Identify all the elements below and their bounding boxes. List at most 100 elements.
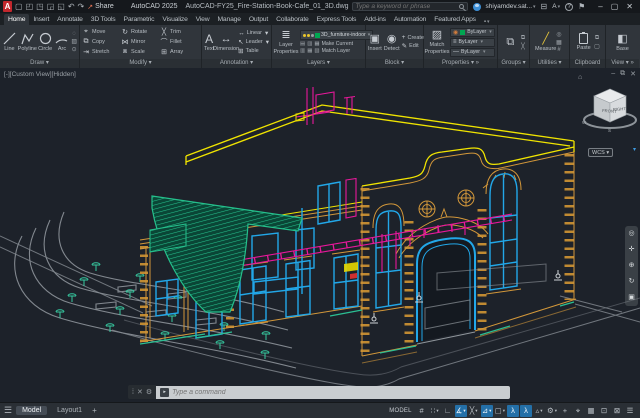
tab-output[interactable]: Output	[245, 14, 272, 25]
array-tool[interactable]: ⊞ Array	[160, 48, 199, 56]
viewport-controls[interactable]: [-][Custom View][Hidden]	[4, 71, 76, 78]
scale-tool[interactable]: ⧈ Scale	[121, 48, 160, 56]
panel-label-groups[interactable]: Groups ▾	[498, 59, 529, 68]
autocad-logo[interactable]: A	[3, 1, 13, 12]
polar-tracking-icon[interactable]: ∡ ▾	[454, 404, 467, 417]
panel-label-annotation[interactable]: Annotation ▾	[202, 59, 271, 68]
search-icon[interactable]	[458, 4, 464, 9]
ortho-mode-icon[interactable]: ∟	[442, 405, 454, 417]
dimension-tool[interactable]: ↔ Dimension	[213, 33, 239, 52]
autodesk-app-menu[interactable]: A▾	[552, 3, 560, 10]
panel-label-view[interactable]: View ▾ »	[606, 59, 639, 68]
shopping-cart-icon[interactable]: ⊟	[541, 2, 548, 11]
command-close-icon[interactable]: ✕	[137, 388, 143, 396]
fillet-tool[interactable]: ⌒ Fillet	[160, 37, 199, 47]
tab-annotate[interactable]: Annotate	[53, 14, 87, 25]
tab-parametric[interactable]: Parametric	[120, 14, 159, 25]
line-tool[interactable]: Line	[2, 32, 17, 52]
command-grip-icon[interactable]: ⁞	[132, 389, 134, 396]
copy-tool[interactable]: ⧉ Copy	[82, 38, 121, 46]
save-icon[interactable]: ◳	[36, 1, 44, 12]
tab-collaborate[interactable]: Collaborate	[272, 14, 313, 25]
navbar-more-icon[interactable]: ▣	[628, 294, 635, 302]
ribbon-display-toggle[interactable]: ▪▾	[484, 19, 490, 25]
tab-add-ins[interactable]: Add-ins	[360, 14, 390, 25]
help-icon[interactable]: ?	[565, 2, 574, 11]
zoom-icon[interactable]: ⊕	[629, 262, 635, 270]
layer-dropdown[interactable]: 3D_furniture-indoor ▾	[300, 30, 374, 40]
annotation-visibility-icon[interactable]: λ	[507, 404, 519, 417]
stretch-tool[interactable]: ⇥ Stretch	[82, 48, 121, 56]
new-file-icon[interactable]: ▢	[15, 1, 23, 12]
edit-block-tool[interactable]: ✎ Edit	[402, 42, 424, 50]
share-button[interactable]: ↗ Share	[87, 3, 114, 11]
circle-tool[interactable]: Circle	[38, 32, 53, 52]
copy-clip-icon[interactable]: ⧉	[594, 35, 600, 42]
tab-home[interactable]: Home	[4, 14, 30, 25]
customization-icon[interactable]: ☰	[624, 405, 636, 417]
move-tool[interactable]: ⌖ Move	[82, 28, 121, 36]
quick-select-icon[interactable]: ◎	[556, 31, 562, 38]
grid-display-icon[interactable]: #	[416, 405, 428, 417]
mirror-tool[interactable]: ⋈ Mirror	[121, 38, 160, 46]
units-icon[interactable]: ⌖	[572, 405, 584, 417]
quick-calc-icon[interactable]: ▦	[556, 39, 562, 46]
group-tool[interactable]: ⧉	[502, 36, 519, 48]
base-view-tool[interactable]: ◧ Base	[614, 33, 631, 52]
model-paper-toggle[interactable]: MODEL	[386, 406, 414, 416]
cut-clip-icon[interactable]: ▢	[594, 43, 600, 50]
compass-south[interactable]: S	[608, 128, 611, 133]
open-file-icon[interactable]: ◰	[26, 1, 34, 12]
annotation-autoscale-icon[interactable]: λ	[520, 404, 532, 417]
command-input-field[interactable]: ▸	[156, 385, 510, 399]
layout1-tab[interactable]: Layout1	[51, 406, 88, 415]
make-current-tool[interactable]: ▤ ▥ ▦ Make Current	[300, 41, 373, 47]
snap-mode-icon[interactable]: ∷ ▾	[429, 405, 441, 417]
isolate-objects-icon[interactable]: ⊡	[598, 405, 610, 417]
tab-visualize[interactable]: Visualize	[158, 14, 191, 25]
tab-express-tools[interactable]: Express Tools	[313, 14, 361, 25]
panel-label-utilities[interactable]: Utilities ▾	[530, 59, 569, 68]
account-menu[interactable]: shiyamdev.sat...▾	[486, 3, 536, 10]
detect-block-tool[interactable]: ◉ Detect	[384, 33, 400, 52]
arc-tool[interactable]: Arc	[55, 32, 70, 52]
panel-label-block[interactable]: Block ▾	[366, 59, 423, 68]
tab-3d-tools[interactable]: 3D Tools	[87, 14, 120, 25]
isometric-drafting-icon[interactable]: ⊿ ▾	[480, 404, 493, 417]
match-properties-tool[interactable]: ▨ Match Properties	[424, 29, 449, 54]
measure-tool[interactable]: ╱ Measure	[535, 33, 556, 52]
create-block-tool[interactable]: + Create	[402, 34, 424, 41]
trim-tool[interactable]: ╳ Trim	[160, 28, 199, 36]
ungroup-icon[interactable]: ⧉	[521, 35, 525, 42]
viewcube[interactable]: FRONT RIGHT W S	[576, 74, 638, 144]
find-icon[interactable]: #	[556, 47, 562, 53]
save-as-icon[interactable]: ◲	[47, 1, 55, 12]
polyline-tool[interactable]: Polyline	[18, 32, 37, 52]
boundary-icon[interactable]: ⊙	[71, 46, 77, 53]
table-tool[interactable]: ⊞ Table	[238, 47, 269, 55]
maximize-button[interactable]: ▢	[611, 2, 619, 11]
building-3d-wireframe[interactable]	[0, 68, 640, 402]
model-tab[interactable]: Model	[16, 406, 48, 415]
notification-bell-icon[interactable]: ⚑	[578, 2, 585, 11]
panel-label-modify[interactable]: Modify ▾	[80, 59, 201, 68]
rotate-tool[interactable]: ↻ Rotate	[121, 28, 160, 36]
group-edit-icon[interactable]: ╳	[521, 43, 525, 50]
panel-label-clipboard[interactable]: Clipboard	[570, 59, 605, 68]
paste-tool[interactable]: Paste	[575, 32, 592, 51]
match-layer-tool[interactable]: ▥ ▦ ▧ Match Layer	[300, 48, 373, 54]
annotation-scale-icon[interactable]: ▵ ▾	[533, 405, 545, 417]
panel-label-draw[interactable]: Draw ▾	[0, 59, 79, 68]
wcs-dropdown[interactable]: WCS ▾	[588, 148, 614, 157]
panel-label-layers[interactable]: Layers ▾	[272, 59, 365, 68]
linetype-dropdown[interactable]: — ByLayer ▾	[450, 47, 495, 57]
close-button[interactable]: ✕	[626, 2, 633, 11]
command-customize-icon[interactable]: ⚙	[146, 388, 152, 396]
tab-featured-apps[interactable]: Featured Apps	[430, 14, 480, 25]
undo-icon[interactable]: ↶	[68, 1, 75, 12]
home-icon[interactable]: ⌂	[578, 74, 582, 81]
hatch-icon[interactable]: ◌	[71, 31, 77, 37]
region-icon[interactable]: ▨	[71, 38, 77, 45]
linear-tool[interactable]: ↔ Linear ▾	[238, 29, 269, 38]
pan-icon[interactable]: ✛	[629, 246, 635, 254]
